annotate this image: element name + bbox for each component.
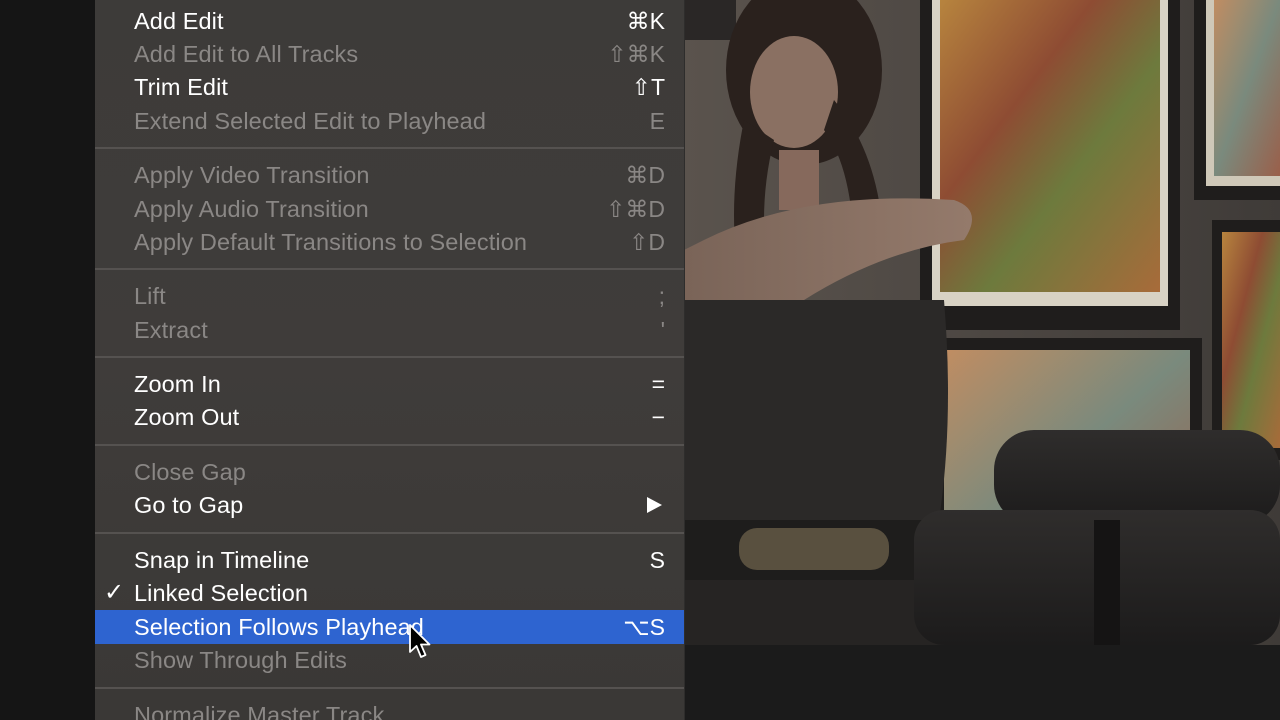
menu-item-label: Show Through Edits — [134, 647, 347, 673]
menu-separator — [95, 687, 684, 689]
menu-item-label: Extract — [134, 317, 208, 343]
menu-separator — [95, 444, 684, 446]
menu-item-label: Zoom In — [134, 371, 221, 397]
menu-item-apply-audio-transition[interactable]: Apply Audio Transition ⇧⌘D — [95, 192, 684, 226]
menu-item-apply-video-transition[interactable]: Apply Video Transition ⌘D — [95, 158, 684, 192]
edit-menu: Add Edit ⌘K Add Edit to All Tracks ⇧⌘K T… — [95, 0, 685, 720]
menu-item-show-through-edits[interactable]: Show Through Edits — [95, 643, 684, 677]
menu-item-label: Linked Selection — [134, 580, 309, 606]
menu-item-add-edit-to-all-tracks[interactable]: Add Edit to All Tracks ⇧⌘K — [95, 37, 684, 71]
menu-item-shortcut: ; — [658, 283, 665, 309]
menu-item-label: Close Gap — [134, 459, 246, 485]
menu-item-shortcut: E — [649, 108, 665, 134]
menu-item-zoom-in[interactable]: Zoom In = — [95, 367, 684, 401]
menu-item-shortcut: ⇧T — [631, 74, 665, 100]
menu-item-selection-follows-playhead[interactable]: Selection Follows Playhead ⌥S — [95, 610, 684, 644]
menu-item-label: Go to Gap — [134, 492, 244, 518]
menu-item-add-edit[interactable]: Add Edit ⌘K — [95, 4, 684, 38]
menu-item-label: Apply Default Transitions to Selection — [134, 229, 528, 255]
menu-item-trim-edit[interactable]: Trim Edit ⇧T — [95, 70, 684, 104]
menu-item-label: Normalize Master Track — [134, 702, 385, 720]
menu-item-shortcut: ⌥S — [623, 614, 665, 640]
menu-item-shortcut: = — [651, 371, 665, 397]
menu-item-label: Add Edit to All Tracks — [134, 41, 359, 67]
menu-item-extend-selected-edit[interactable]: Extend Selected Edit to Playhead E — [95, 104, 684, 138]
menu-item-label: Zoom Out — [134, 404, 240, 430]
menu-item-zoom-out[interactable]: Zoom Out − — [95, 400, 684, 434]
menu-item-snap-in-timeline[interactable]: Snap in Timeline S — [95, 543, 684, 577]
menu-item-normalize-master-track[interactable]: Normalize Master Track — [95, 698, 684, 720]
menu-item-label: Apply Audio Transition — [134, 196, 369, 222]
menu-item-label: Snap in Timeline — [134, 547, 310, 573]
menu-item-label: Selection Follows Playhead — [134, 614, 424, 640]
viewer-bottom-bar — [684, 645, 1280, 720]
left-panel — [0, 0, 95, 720]
menu-item-shortcut: ⌘D — [625, 162, 665, 188]
menu-item-go-to-gap[interactable]: Go to Gap — [95, 488, 684, 522]
menu-separator — [95, 268, 684, 270]
menu-item-shortcut: ⇧D — [629, 229, 665, 255]
menu-separator — [95, 147, 684, 149]
menu-separator — [95, 532, 684, 534]
video-frame-image — [684, 0, 1280, 645]
menu-item-shortcut: S — [649, 547, 665, 573]
menu-item-linked-selection[interactable]: ✓ Linked Selection — [95, 576, 684, 610]
triangle-right-icon — [647, 497, 662, 513]
menu-item-shortcut: ⇧⌘K — [607, 41, 665, 67]
menu-separator — [95, 356, 684, 358]
menu-item-shortcut: ⌘K — [626, 8, 665, 34]
checkmark-icon: ✓ — [104, 579, 125, 606]
menu-item-shortcut: − — [651, 404, 665, 430]
mouse-pointer-icon — [409, 624, 431, 658]
menu-item-label: Trim Edit — [134, 74, 229, 100]
menu-item-label: Apply Video Transition — [134, 162, 370, 188]
menu-item-lift[interactable]: Lift ; — [95, 279, 684, 313]
menu-item-extract[interactable]: Extract ' — [95, 313, 684, 347]
menu-item-close-gap[interactable]: Close Gap — [95, 455, 684, 489]
menu-item-shortcut: ⇧⌘D — [606, 196, 665, 222]
menu-item-shortcut: ' — [660, 317, 665, 343]
viewer-video-frame — [684, 0, 1280, 645]
menu-item-label: Extend Selected Edit to Playhead — [134, 108, 487, 134]
menu-item-apply-default-transitions[interactable]: Apply Default Transitions to Selection ⇧… — [95, 225, 684, 259]
menu-item-label: Lift — [134, 283, 166, 309]
menu-item-label: Add Edit — [134, 8, 224, 34]
